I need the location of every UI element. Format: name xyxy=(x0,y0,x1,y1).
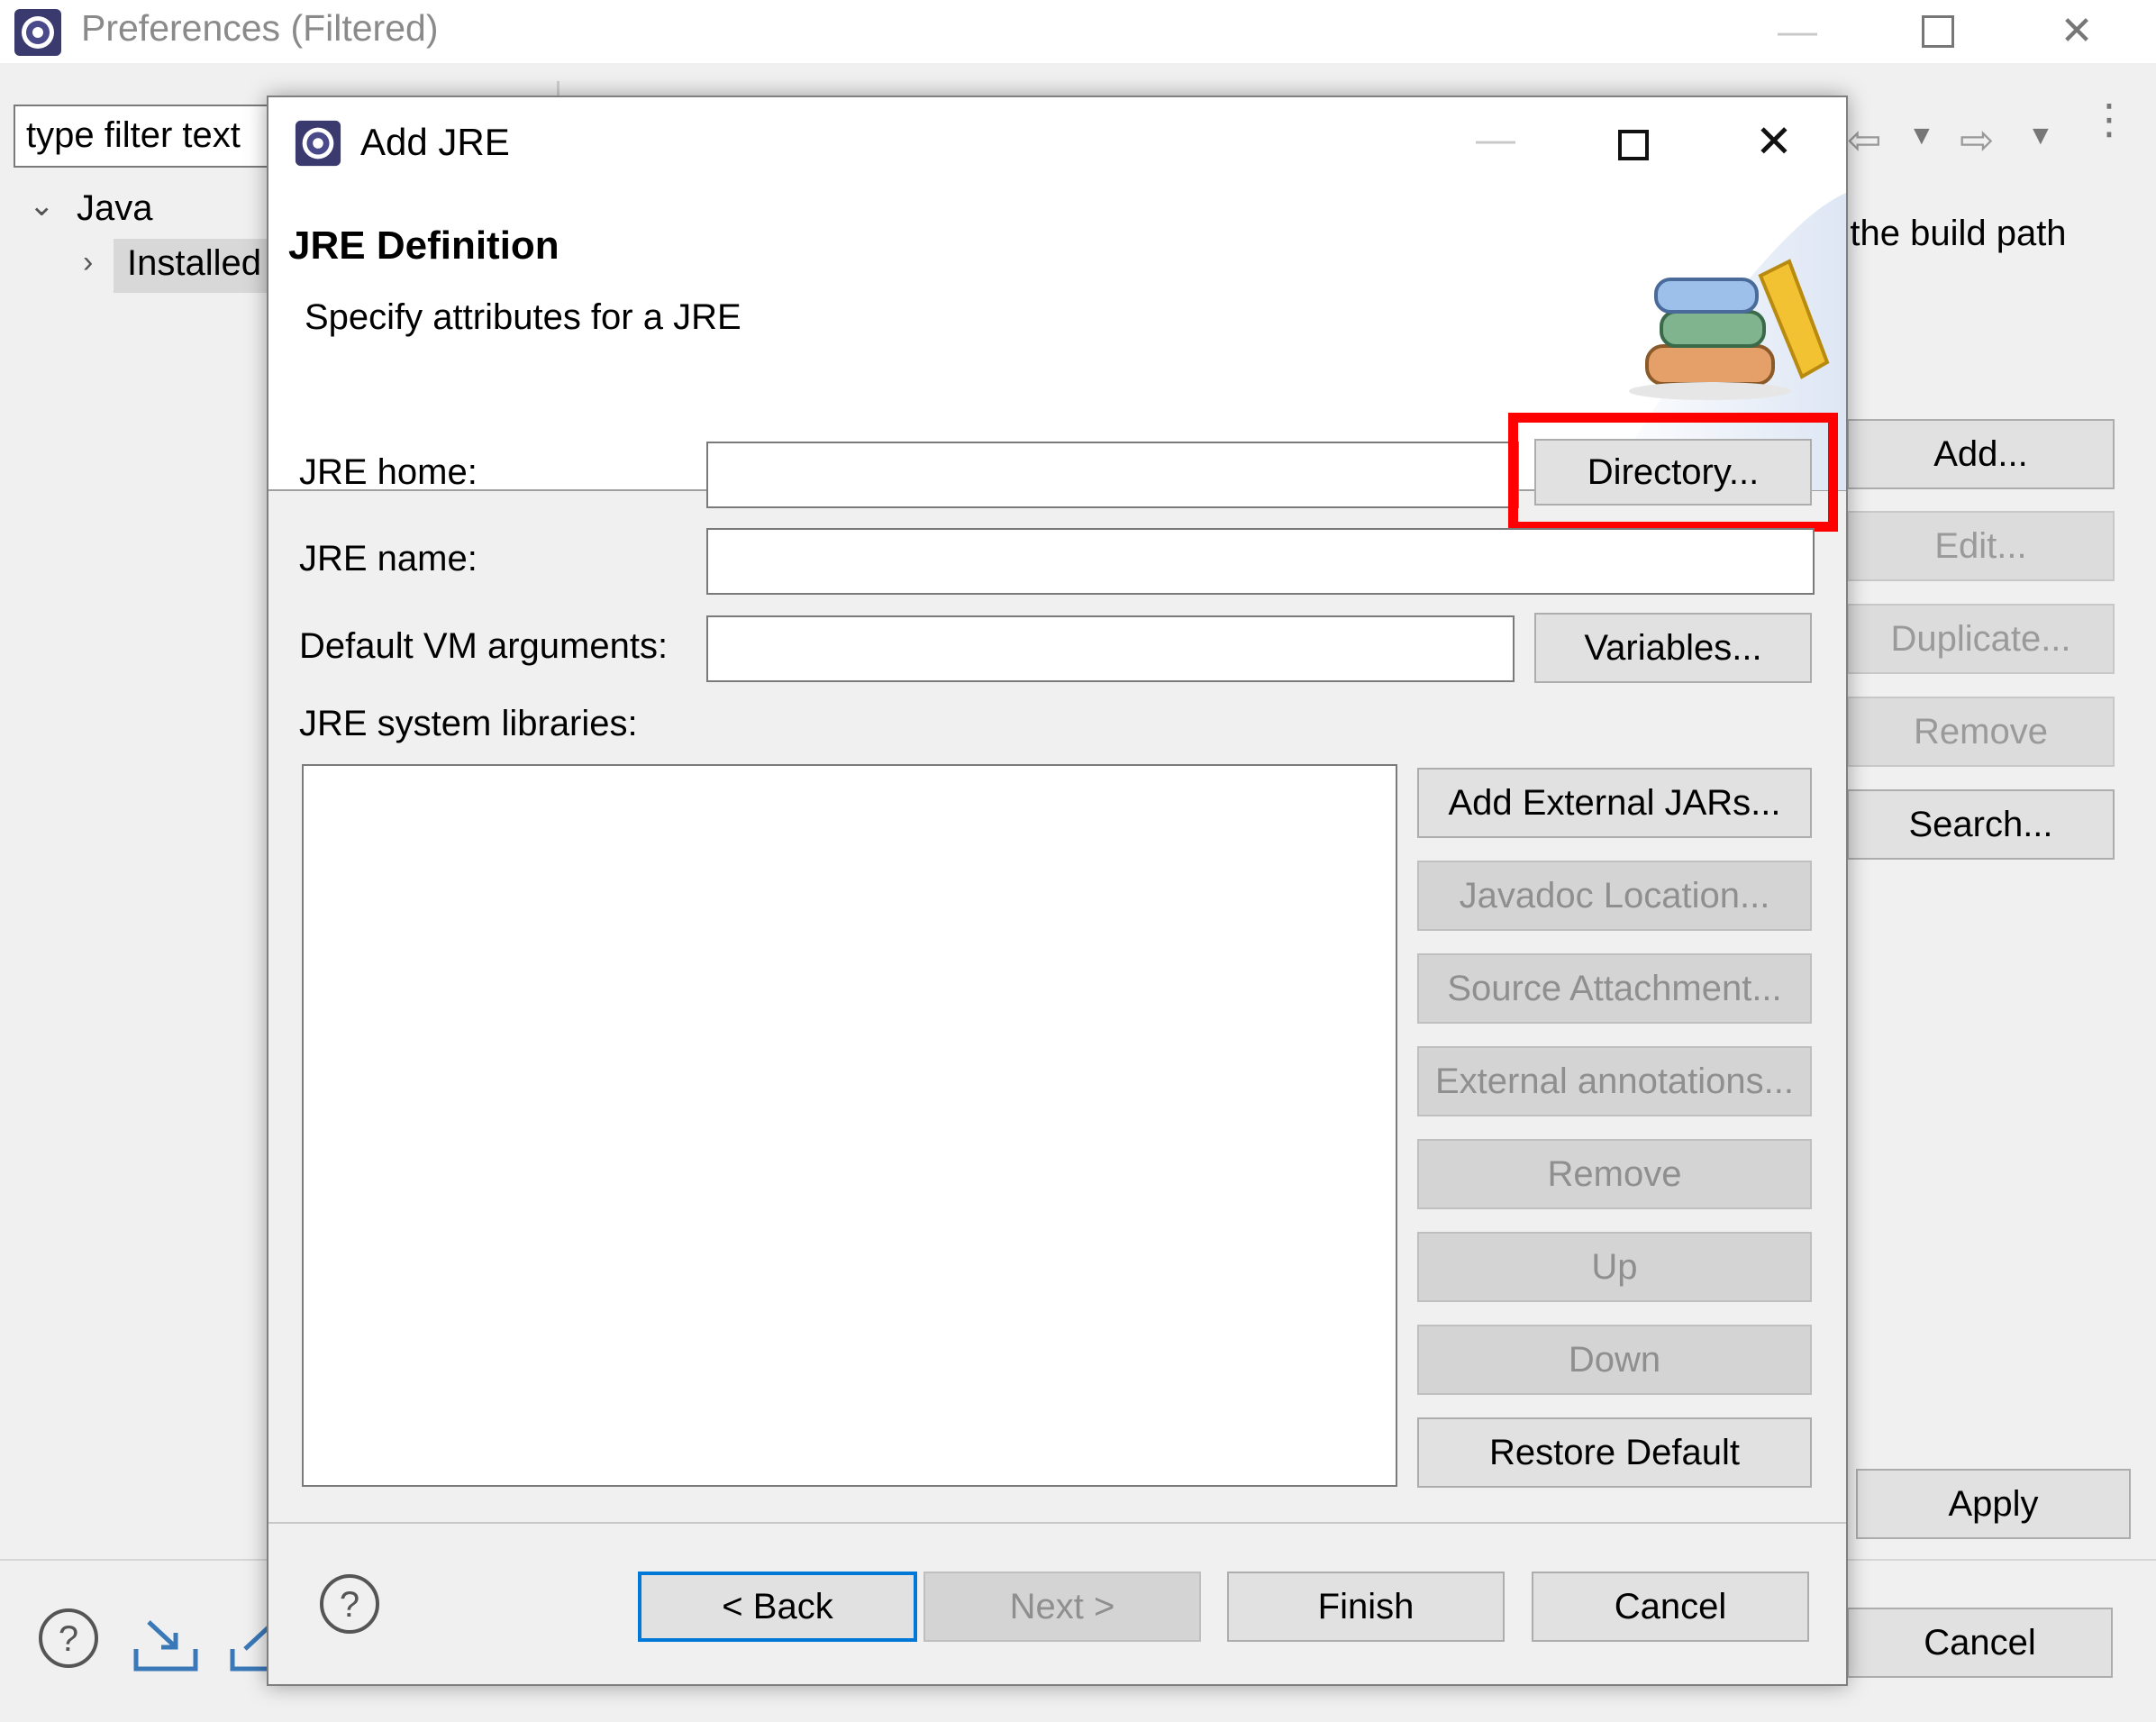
dialog-maximize-icon[interactable] xyxy=(1618,130,1649,160)
view-menu-icon[interactable]: ⋮ xyxy=(2088,98,2130,140)
dialog-close-icon[interactable]: ✕ xyxy=(1755,115,1793,168)
restore-default-button[interactable]: Restore Default xyxy=(1417,1417,1812,1488)
jre-system-libraries-label: JRE system libraries: xyxy=(299,704,638,743)
maximize-icon[interactable] xyxy=(1922,15,1954,48)
dialog-minimize-icon[interactable]: — xyxy=(1476,117,1515,162)
preferences-search-button[interactable]: Search... xyxy=(1847,789,2115,860)
add-jre-dialog: Add JRE — ✕ JRE Definition Specify attri… xyxy=(267,96,1848,1686)
footer-separator xyxy=(268,1522,1846,1524)
close-icon[interactable]: ✕ xyxy=(2041,0,2113,63)
preferences-remove-button[interactable]: Remove xyxy=(1847,697,2115,767)
help-icon[interactable]: ? xyxy=(36,1606,101,1671)
preferences-duplicate-button[interactable]: Duplicate... xyxy=(1847,604,2115,674)
dialog-title: Add JRE xyxy=(360,121,510,163)
cancel-button[interactable]: Cancel xyxy=(1532,1572,1809,1642)
jre-system-libraries-list[interactable] xyxy=(302,764,1397,1487)
vm-arguments-label: Default VM arguments: xyxy=(299,626,669,666)
chevron-right-icon[interactable]: › xyxy=(83,245,93,280)
source-attachment-button[interactable]: Source Attachment... xyxy=(1417,953,1812,1024)
down-button[interactable]: Down xyxy=(1417,1325,1812,1395)
add-external-jars-button[interactable]: Add External JARs... xyxy=(1417,768,1812,838)
back-arrow-icon[interactable]: ⇦ xyxy=(1847,115,1882,164)
chevron-down-icon[interactable]: ⌄ xyxy=(29,187,55,223)
up-button[interactable]: Up xyxy=(1417,1232,1812,1302)
preferences-cancel-button[interactable]: Cancel xyxy=(1847,1608,2113,1678)
directory-button[interactable]: Directory... xyxy=(1534,439,1812,506)
filter-input[interactable]: type filter text xyxy=(14,105,284,168)
forward-dropdown-icon[interactable]: ▼ xyxy=(2027,121,2054,151)
preferences-app-icon xyxy=(13,7,63,58)
wizard-header-description: Specify attributes for a JRE xyxy=(305,297,741,337)
remove-library-button[interactable]: Remove xyxy=(1417,1139,1812,1209)
jre-home-label: JRE home: xyxy=(299,452,478,492)
next-button[interactable]: Next > xyxy=(923,1572,1201,1642)
jre-name-label: JRE name: xyxy=(299,539,478,579)
preferences-description-fragment: o the build path xyxy=(1820,214,2067,253)
export-icon[interactable] xyxy=(227,1613,268,1676)
jre-name-input[interactable] xyxy=(706,528,1815,595)
preferences-edit-button[interactable]: Edit... xyxy=(1847,511,2115,581)
dialog-help-icon[interactable]: ? xyxy=(317,1572,382,1636)
svg-text:?: ? xyxy=(59,1619,78,1659)
forward-arrow-icon[interactable]: ⇨ xyxy=(1960,115,1995,164)
finish-button[interactable]: Finish xyxy=(1227,1572,1505,1642)
svg-text:?: ? xyxy=(340,1585,359,1625)
import-icon[interactable] xyxy=(131,1613,201,1676)
dialog-app-icon xyxy=(294,119,342,168)
jre-home-input[interactable] xyxy=(706,442,1519,508)
external-annotations-button[interactable]: External annotations... xyxy=(1417,1046,1812,1116)
back-dropdown-icon[interactable]: ▼ xyxy=(1908,121,1935,151)
preferences-add-button[interactable]: Add... xyxy=(1847,419,2115,489)
variables-button[interactable]: Variables... xyxy=(1534,613,1812,683)
tree-item-installed[interactable]: Installed xyxy=(127,243,261,284)
tree-item-java[interactable]: Java xyxy=(77,188,153,229)
preferences-apply-button[interactable]: Apply xyxy=(1856,1469,2131,1539)
javadoc-location-button[interactable]: Javadoc Location... xyxy=(1417,861,1812,931)
minimize-icon[interactable]: — xyxy=(1761,0,1833,63)
vm-arguments-input[interactable] xyxy=(706,615,1515,682)
back-button[interactable]: < Back xyxy=(638,1572,917,1642)
wizard-header-title: JRE Definition xyxy=(288,223,559,268)
preferences-window-title: Preferences (Filtered) xyxy=(81,7,439,49)
